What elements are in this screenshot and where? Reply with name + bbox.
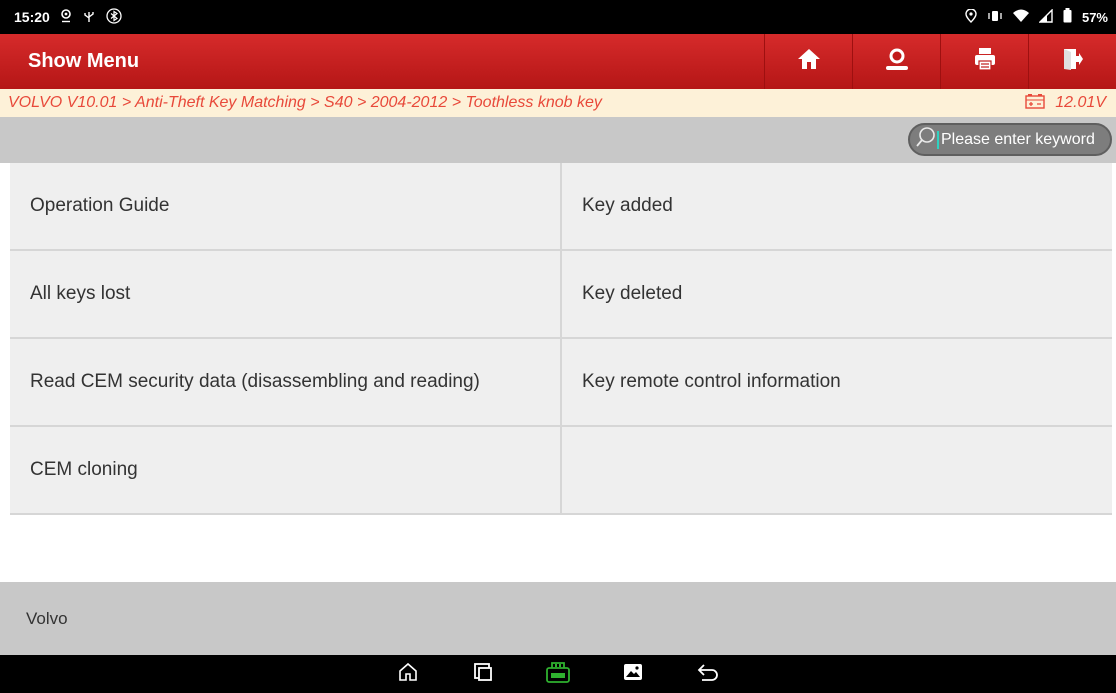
text-cursor [937, 130, 939, 149]
print-button[interactable] [940, 34, 1028, 89]
back-icon [697, 663, 719, 686]
status-bar: 15:20 57% [0, 0, 1116, 34]
location-icon [60, 8, 72, 26]
nav-home-button[interactable] [371, 655, 446, 693]
footer-label: Volvo [26, 608, 68, 628]
footer-bar: Volvo [0, 582, 1116, 655]
location-icon [965, 7, 977, 26]
nav-vci-button[interactable] [521, 655, 596, 693]
page-title: Show Menu [28, 50, 140, 72]
menu-item-key-remote-control-information[interactable]: Key remote control information [562, 339, 1112, 425]
toolbar [764, 34, 1116, 89]
status-time: 15:20 [14, 9, 50, 25]
menu-row: All keys lost Key deleted [10, 251, 1112, 339]
status-bar-right: 57% [965, 7, 1108, 26]
print-icon [973, 47, 997, 76]
status-bar-left: 15:20 [14, 7, 122, 27]
battery-voltage-icon [1025, 93, 1045, 114]
signal-icon [1038, 7, 1053, 26]
menu-item-empty [562, 427, 1112, 513]
nav-recent-apps-button[interactable] [446, 655, 521, 693]
search-bar: Please enter keyword [0, 117, 1116, 163]
voltage-indicator: 12.01V [1025, 93, 1106, 114]
breadcrumb: VOLVO V10.01 > Anti-Theft Key Matching >… [0, 89, 1116, 117]
screenshot-icon [623, 663, 643, 686]
nav-screenshot-button[interactable] [596, 655, 671, 693]
menu-row: Operation Guide Key added [10, 163, 1112, 251]
search-placeholder: Please enter keyword [941, 130, 1095, 148]
home-icon [398, 662, 418, 687]
exit-button[interactable] [1028, 34, 1116, 89]
voltage-value: 12.01V [1055, 94, 1106, 111]
android-nav-bar [0, 655, 1116, 693]
menu-row: CEM cloning [10, 427, 1112, 515]
user-button[interactable] [852, 34, 940, 89]
search-input[interactable]: Please enter keyword [908, 123, 1112, 156]
home-button[interactable] [764, 34, 852, 89]
breadcrumb-path: VOLVO V10.01 > Anti-Theft Key Matching >… [8, 94, 602, 111]
wifi-icon [1012, 9, 1029, 26]
menu-row: Read CEM security data (disassembling an… [10, 339, 1112, 427]
battery-icon [1063, 8, 1072, 26]
menu-item-key-added[interactable]: Key added [562, 163, 1112, 249]
exit-icon [1062, 47, 1084, 76]
title-bar: Show Menu [0, 34, 1116, 89]
home-icon [796, 47, 822, 76]
menu-item-all-keys-lost[interactable]: All keys lost [10, 251, 562, 337]
menu-item-cem-cloning[interactable]: CEM cloning [10, 427, 562, 513]
recent-apps-icon [474, 662, 492, 686]
menu-item-read-cem-security-data[interactable]: Read CEM security data (disassembling an… [10, 339, 562, 425]
menu-item-operation-guide[interactable]: Operation Guide [10, 163, 562, 249]
user-icon [884, 47, 910, 76]
search-icon [916, 126, 936, 153]
nav-back-button[interactable] [671, 655, 746, 693]
usb-icon [82, 9, 96, 26]
vci-icon [545, 661, 571, 688]
function-menu: Operation Guide Key added All keys lost … [10, 163, 1112, 515]
vibrate-icon [987, 9, 1003, 26]
menu-item-key-deleted[interactable]: Key deleted [562, 251, 1112, 337]
bluetooth-icon [106, 7, 122, 27]
battery-percent: 57% [1081, 9, 1108, 25]
